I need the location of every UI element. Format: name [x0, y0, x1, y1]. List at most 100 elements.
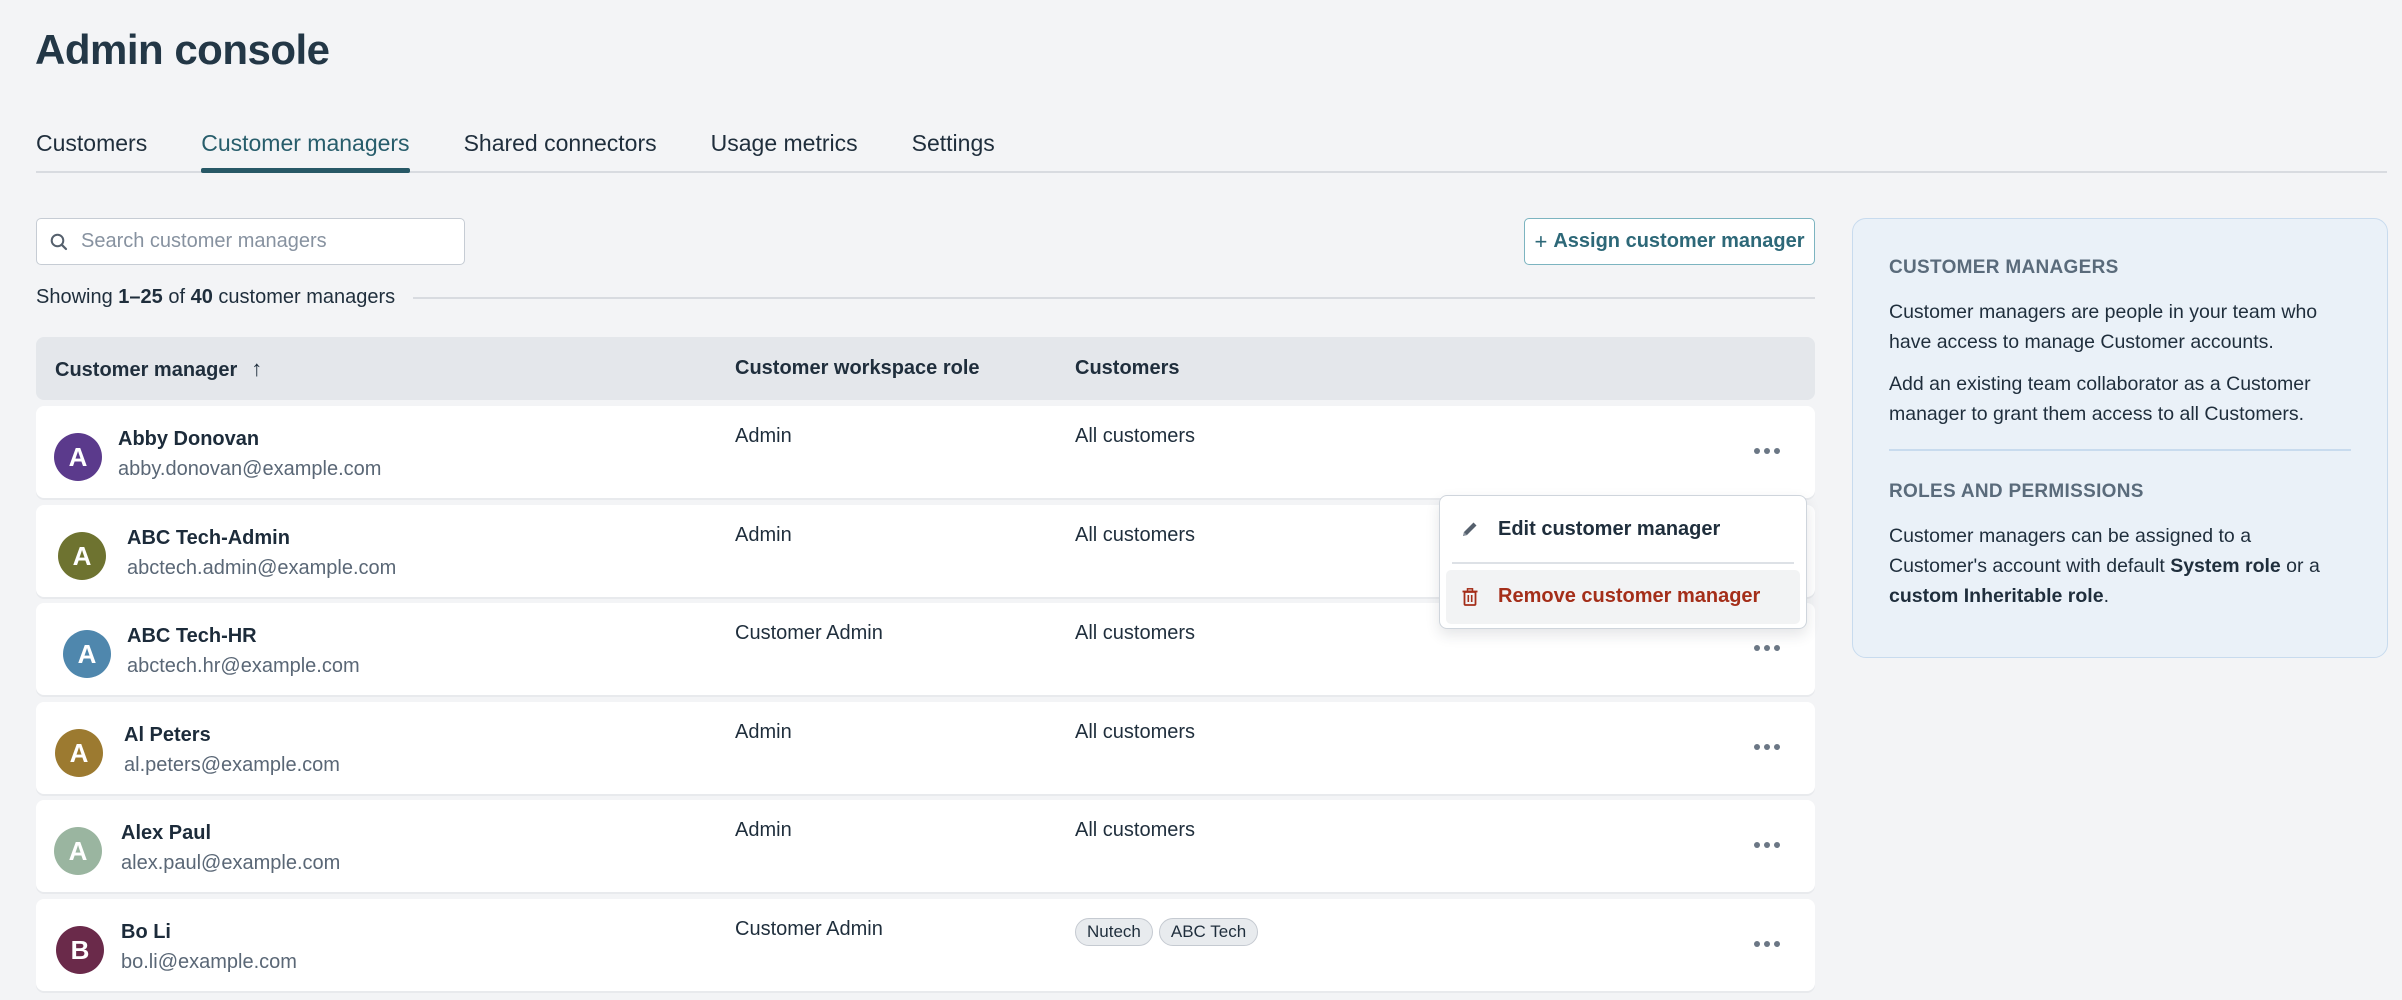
manager-email: abby.donovan@example.com	[118, 458, 382, 480]
menu-item-label: Remove customer manager	[1498, 585, 1761, 607]
showing-total: 40	[190, 286, 213, 308]
customers-value: All customers	[1075, 425, 1196, 447]
info-section-title: ROLES AND PERMISSIONS	[1889, 480, 2144, 502]
tab-bar: Customers Customer managers Shared conne…	[36, 126, 2387, 173]
info-paragraph: Customer managers are people in your tea…	[1889, 301, 2318, 353]
more-options-button[interactable]	[1749, 929, 1785, 959]
info-section-title: CUSTOMER MANAGERS	[1889, 257, 2119, 278]
customers-value: All customers	[1075, 819, 1196, 841]
workspace-role: Customer Admin	[735, 622, 883, 644]
customers-value: All customers	[1075, 622, 1196, 644]
emphasis-text: System role	[2170, 554, 2281, 577]
avatar: B	[56, 926, 104, 974]
manager-email: abctech.admin@example.com	[127, 557, 397, 579]
workspace-role: Admin	[735, 819, 792, 841]
avatar: A	[54, 433, 102, 481]
workspace-role: Admin	[735, 721, 792, 743]
workspace-role: Customer Admin	[735, 918, 883, 940]
row-action-menu: Edit customer manager Remove customer ma…	[1439, 495, 1807, 629]
dot	[1754, 941, 1760, 947]
table-row[interactable]: A Alex Paul alex.paul@example.com Admin …	[36, 800, 1815, 892]
search-box[interactable]	[36, 218, 465, 265]
dot	[1764, 645, 1770, 651]
customer-chip[interactable]: Nutech	[1075, 918, 1153, 946]
customers-cell: All customers	[1075, 819, 1195, 842]
table-row[interactable]: A Abby Donovan abby.donovan@example.com …	[36, 406, 1815, 498]
info-paragraph: Customer managers can be assigned to a C…	[1889, 521, 2351, 611]
text: .	[2103, 584, 2109, 607]
trash-icon	[1462, 587, 1478, 606]
results-count: Showing 1–25 of 40 customer managers	[36, 286, 1815, 309]
dot	[1754, 842, 1760, 848]
dot	[1774, 941, 1780, 947]
avatar: A	[58, 532, 106, 580]
arrow-up-icon: ↑	[251, 356, 263, 381]
info-panel: CUSTOMER MANAGERS Customer managers are …	[1852, 218, 2388, 658]
showing-suffix: customer managers	[218, 286, 396, 308]
table-row[interactable]: A Al Peters al.peters@example.com Admin …	[36, 702, 1815, 794]
manager-name: Abby Donovan	[118, 428, 260, 450]
more-options-button[interactable]	[1749, 436, 1785, 466]
assign-customer-manager-button[interactable]: + Assign customer manager	[1524, 218, 1815, 265]
table-row[interactable]: B Bo Li bo.li@example.com Customer Admin…	[36, 899, 1815, 991]
menu-item-label: Edit customer manager	[1498, 517, 1721, 540]
dot	[1764, 448, 1770, 454]
customers-value: All customers	[1075, 721, 1196, 743]
column-header-customers: Customers	[1075, 357, 1180, 379]
customers-cell: All customers	[1075, 524, 1195, 547]
manager-name: Al Peters	[124, 724, 211, 746]
pencil-icon	[1463, 522, 1477, 536]
showing-range: 1–25	[118, 286, 163, 308]
manager-email: alex.paul@example.com	[121, 852, 341, 874]
dot	[1774, 645, 1780, 651]
divider	[413, 296, 1815, 299]
tab-customer-managers[interactable]: Customer managers	[201, 126, 410, 173]
customers-cell: All customers	[1075, 721, 1195, 744]
tab-usage-metrics[interactable]: Usage metrics	[711, 126, 858, 171]
customers-cell: All customers	[1075, 622, 1195, 645]
tab-shared-connectors[interactable]: Shared connectors	[464, 126, 657, 171]
dot	[1754, 744, 1760, 750]
dot	[1774, 744, 1780, 750]
tab-customers[interactable]: Customers	[36, 126, 147, 171]
menu-divider	[1452, 562, 1794, 564]
avatar: A	[54, 827, 102, 875]
customers-cell: All customers	[1075, 425, 1195, 448]
customers-cell: Nutech ABC Tech	[1075, 918, 1259, 946]
column-header-customer-manager[interactable]: Customer manager ↑	[55, 337, 262, 402]
plus-icon: +	[1534, 228, 1548, 254]
manager-name: Alex Paul	[121, 822, 212, 844]
customer-chip[interactable]: ABC Tech	[1158, 918, 1259, 946]
assign-button-label: Assign customer manager	[1553, 230, 1805, 252]
workspace-role: Admin	[735, 524, 792, 546]
column-label: Customer manager	[55, 359, 238, 381]
manager-name: ABC Tech-Admin	[127, 527, 290, 549]
dot	[1764, 842, 1770, 848]
search-input[interactable]	[81, 230, 441, 253]
dot	[1774, 448, 1780, 454]
remove-customer-manager-menu-item[interactable]: Remove customer manager	[1446, 569, 1800, 624]
dot	[1764, 744, 1770, 750]
dot	[1754, 645, 1760, 651]
tab-settings[interactable]: Settings	[912, 126, 995, 171]
avatar: A	[63, 630, 111, 678]
edit-customer-manager-menu-item[interactable]: Edit customer manager	[1446, 502, 1800, 556]
showing-of: of	[168, 286, 186, 308]
info-paragraph: Add an existing team collaborator as a C…	[1889, 373, 2311, 425]
manager-name: ABC Tech-HR	[127, 625, 257, 647]
more-options-button[interactable]	[1749, 830, 1785, 860]
manager-email: al.peters@example.com	[124, 754, 340, 776]
showing-prefix: Showing	[36, 286, 113, 308]
column-header-workspace-role: Customer workspace role	[735, 357, 980, 379]
search-icon	[50, 233, 68, 250]
text: or a	[2280, 554, 2320, 577]
info-divider	[1889, 449, 2351, 451]
dot	[1754, 448, 1760, 454]
manager-email: abctech.hr@example.com	[127, 655, 360, 677]
more-options-button[interactable]	[1749, 633, 1785, 663]
more-options-button[interactable]	[1749, 732, 1785, 762]
avatar: A	[55, 729, 103, 777]
manager-email: bo.li@example.com	[121, 951, 297, 973]
workspace-role: Admin	[735, 425, 792, 447]
customers-value: All customers	[1075, 524, 1196, 546]
